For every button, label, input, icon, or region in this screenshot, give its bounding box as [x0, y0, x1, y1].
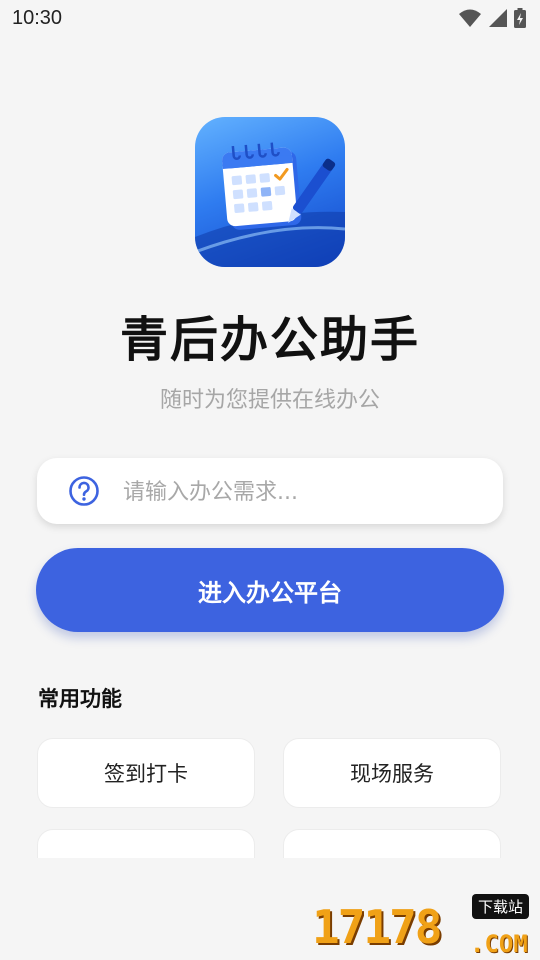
question-circle-icon: [69, 476, 99, 506]
status-icons: [458, 8, 526, 28]
function-card-check-in[interactable]: 签到打卡: [37, 738, 255, 808]
search-input[interactable]: [121, 458, 485, 526]
function-card-onsite-service[interactable]: 现场服务: [283, 738, 501, 808]
function-card-4[interactable]: [283, 829, 501, 858]
app-logo: [195, 117, 345, 267]
search-box[interactable]: [37, 458, 503, 526]
watermark-digits: 17178: [312, 900, 442, 954]
wifi-icon: [459, 9, 481, 27]
watermark-logo: 17178 下载站 .COM: [310, 890, 540, 960]
function-card-label: 签到打卡: [104, 762, 188, 786]
watermark-suffix: .COM: [470, 930, 528, 958]
watermark-badge: 下载站: [472, 894, 530, 919]
app-title: 青后办公助手: [119, 312, 420, 368]
calendar-pen-icon: [195, 142, 345, 267]
status-time: 10:30: [12, 7, 63, 29]
enter-office-platform-button[interactable]: 进入办公平台: [36, 548, 504, 632]
section-title-common-functions: 常用功能: [38, 687, 122, 711]
function-grid: 签到打卡 现场服务: [0, 736, 540, 858]
cellular-signal-icon: [489, 9, 507, 27]
function-card-3[interactable]: [37, 829, 255, 858]
app-tagline: 随时为您提供在线办公: [159, 388, 380, 413]
status-bar: 10:30: [0, 0, 540, 36]
battery-charging-icon: [514, 8, 526, 28]
function-card-label: 现场服务: [350, 762, 434, 786]
